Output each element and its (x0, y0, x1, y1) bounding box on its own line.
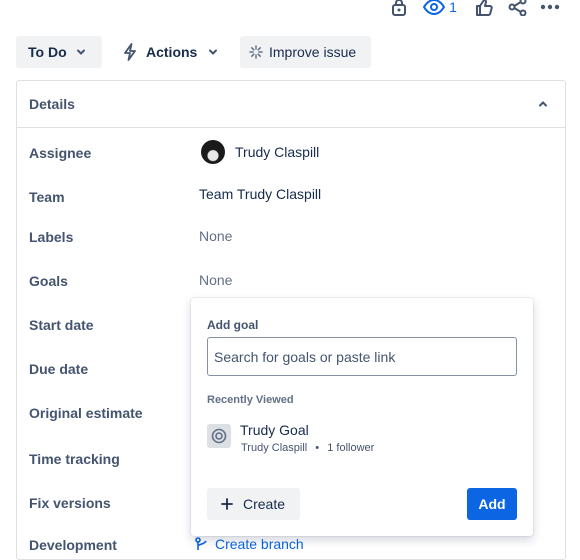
watch-button[interactable]: 1 (422, 0, 458, 17)
watch-eye-icon (423, 0, 446, 15)
avatar (201, 140, 225, 164)
goals-value[interactable]: None (199, 272, 232, 288)
labels-label: Labels (29, 229, 74, 245)
due-date-label: Due date (29, 361, 89, 377)
sparkle-icon (249, 45, 263, 59)
development-label: Development (29, 537, 117, 553)
add-label: Add (478, 496, 506, 512)
assignee-value[interactable]: Trudy Claspill (235, 144, 319, 160)
watch-count: 1 (449, 0, 457, 15)
chevron-up-icon[interactable] (537, 97, 549, 115)
time-tracking-label: Time tracking (29, 451, 120, 467)
details-title: Details (29, 96, 75, 112)
status-dropdown-button[interactable]: To Do (16, 36, 102, 68)
goal-owner: Trudy Claspill (241, 442, 308, 454)
actions-dropdown-button[interactable]: Actions (114, 36, 226, 68)
goal-followers: 1 follower (327, 442, 375, 454)
start-date-label: Start date (29, 317, 94, 333)
details-header[interactable]: Details (17, 81, 565, 128)
create-label: Create (243, 496, 286, 512)
goal-target-icon (207, 424, 231, 448)
goals-label: Goals (29, 273, 68, 289)
create-goal-button[interactable]: Create (207, 488, 300, 520)
status-label: To Do (28, 44, 67, 60)
plus-icon (221, 498, 233, 510)
goal-meta: Trudy Claspill • 1 follower (241, 442, 374, 454)
create-branch-link[interactable]: Create branch (195, 536, 304, 552)
add-goal-button[interactable]: Add (467, 488, 517, 520)
actions-label: Actions (146, 44, 198, 60)
add-goal-title: Add goal (207, 318, 259, 332)
create-branch-label: Create branch (215, 536, 304, 552)
team-label: Team (29, 189, 65, 205)
recently-viewed-heading: Recently Viewed (207, 394, 294, 406)
labels-value[interactable]: None (199, 228, 232, 244)
goal-search-input[interactable] (207, 337, 517, 376)
original-estimate-label: Original estimate (29, 405, 143, 421)
like-icon[interactable] (474, 0, 494, 17)
branch-icon (195, 537, 209, 551)
add-goal-popup: Add goal Recently Viewed Trudy Goal Trud… (191, 298, 533, 536)
chevron-down-icon (207, 46, 219, 58)
goal-meta-separator: • (315, 442, 320, 454)
share-icon[interactable] (507, 0, 529, 17)
team-value[interactable]: Team Trudy Claspill (199, 186, 321, 202)
lock-icon[interactable] (390, 0, 408, 17)
more-icon[interactable] (539, 0, 561, 17)
improve-issue-label: Improve issue (269, 44, 357, 60)
lightning-icon (122, 43, 138, 61)
goal-name: Trudy Goal (240, 422, 309, 438)
assignee-label: Assignee (29, 145, 92, 161)
chevron-down-icon (75, 46, 87, 58)
fix-versions-label: Fix versions (29, 495, 111, 511)
improve-issue-button[interactable]: Improve issue (240, 36, 371, 68)
list-item[interactable]: Trudy Goal Trudy Claspill • 1 follower (207, 420, 517, 456)
